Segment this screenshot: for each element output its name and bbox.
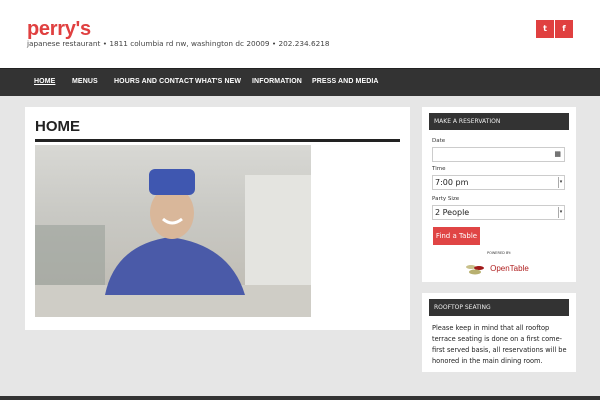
nav-press-and-media[interactable]: PRESS AND MEDIA — [312, 78, 379, 85]
powered-by-label: POWERED BY: — [486, 251, 512, 255]
party-size-label: Party Size — [432, 196, 460, 202]
site-header: perry's japanese restaurant • 1811 colum… — [0, 0, 600, 68]
twitter-icon: t — [543, 24, 547, 33]
nav-whats-new[interactable]: WHAT'S NEW — [195, 78, 241, 85]
date-input[interactable]: ▦ — [432, 147, 565, 162]
time-label: Time — [432, 166, 446, 172]
chevron-down-icon: ▾ — [558, 177, 563, 188]
facebook-button[interactable]: f — [555, 20, 573, 38]
nav-hours-and-contact[interactable]: HOURS AND CONTACT — [114, 78, 193, 85]
time-select[interactable]: 7:00 pm ▾ — [432, 175, 565, 190]
twitter-button[interactable]: t — [536, 20, 554, 38]
rooftop-heading: ROOFTOP SEATING — [429, 299, 569, 316]
chef-photo — [35, 145, 311, 317]
rooftop-text: Please keep in mind that all rooftop ter… — [432, 324, 567, 365]
reservation-widget: MAKE A RESERVATION Date ▦ Time 7:00 pm ▾ … — [422, 107, 576, 282]
opentable-icon — [466, 264, 484, 274]
date-label: Date — [432, 138, 446, 144]
opentable-logo[interactable]: OpenTable — [465, 258, 529, 277]
reservation-heading: MAKE A RESERVATION — [429, 113, 569, 130]
party-size-select[interactable]: 2 People ▾ — [432, 205, 565, 220]
nav-home[interactable]: HOME — [34, 78, 55, 85]
footer-bar — [0, 396, 600, 400]
main-content: HOME — [25, 107, 410, 330]
nav-information[interactable]: INFORMATION — [252, 78, 302, 85]
find-a-table-button[interactable]: Find a Table — [433, 227, 480, 245]
chevron-down-icon: ▾ — [558, 207, 563, 218]
rooftop-widget: ROOFTOP SEATING Please keep in mind that… — [422, 293, 576, 372]
main-nav: HOME MENUS HOURS AND CONTACT WHAT'S NEW … — [0, 68, 600, 96]
site-logo[interactable]: perry's — [27, 18, 91, 41]
title-divider — [35, 139, 400, 142]
site-tagline: japanese restaurant • 1811 columbia rd n… — [27, 39, 330, 48]
facebook-icon: f — [562, 24, 566, 33]
calendar-icon[interactable]: ▦ — [554, 148, 561, 161]
nav-menus[interactable]: MENUS — [72, 78, 98, 85]
page-title: HOME — [35, 118, 80, 135]
